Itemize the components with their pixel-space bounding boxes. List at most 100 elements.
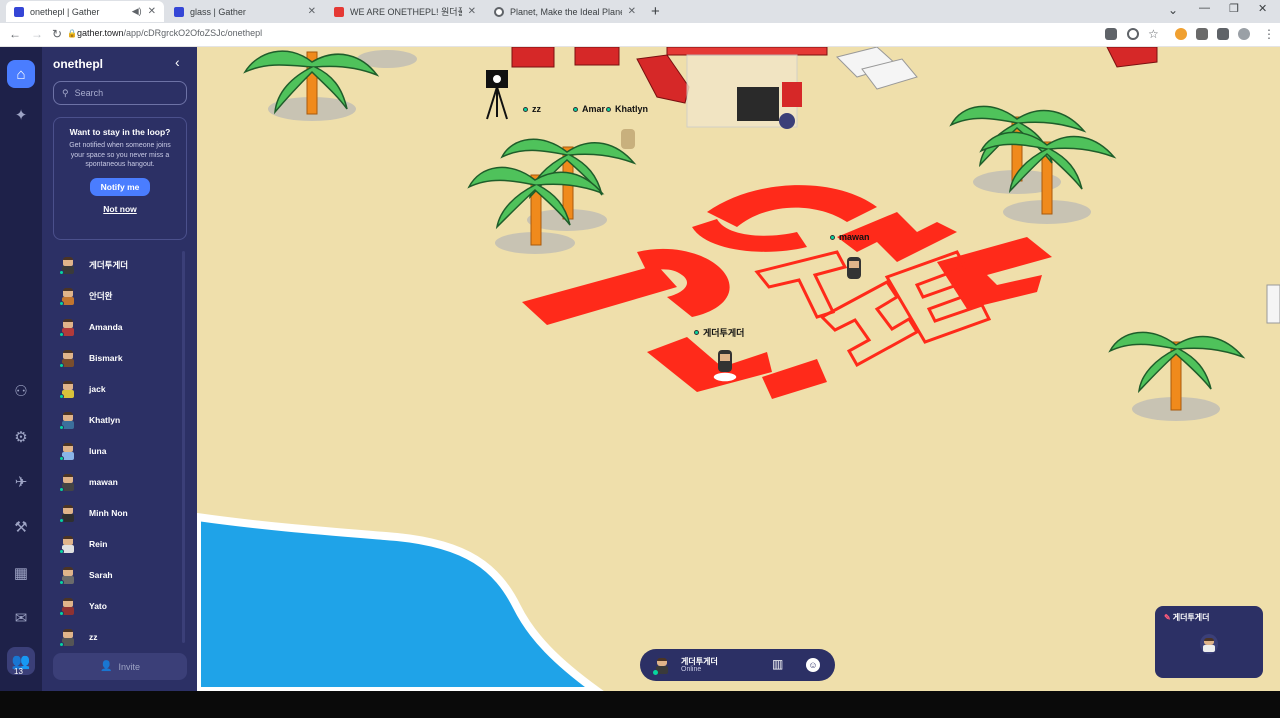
close-tab-icon[interactable]: ✕: [148, 6, 156, 17]
notify-me-button[interactable]: Notify me: [89, 177, 151, 196]
puzzle-icon[interactable]: [1217, 28, 1229, 40]
member-list-item[interactable]: Khatlyn: [53, 408, 183, 432]
player-name: Khatlyn: [615, 104, 649, 114]
minimap-icon[interactable]: ▥: [772, 657, 783, 671]
avatar-head: [63, 536, 73, 545]
online-status-dot: [59, 332, 64, 337]
online-status-dot: [59, 518, 64, 523]
member-name: Yato: [89, 601, 107, 611]
avatar-head: [63, 288, 73, 297]
browser-tab[interactable]: glass | Gather ✕: [166, 1, 324, 22]
member-list-item[interactable]: jack: [53, 377, 183, 401]
maximize-button[interactable]: ❐: [1229, 2, 1239, 15]
member-list-item[interactable]: Bismark: [53, 346, 183, 370]
pin-icon[interactable]: ✦: [7, 101, 35, 129]
self-avatar[interactable]: [653, 658, 669, 675]
search-input[interactable]: ⚲ Search: [53, 81, 187, 105]
menu-kebab-icon[interactable]: ⋮: [1263, 27, 1275, 41]
member-list-item[interactable]: luna: [53, 439, 183, 463]
member-name: Rein: [89, 539, 108, 549]
hammer-icon[interactable]: ⚒: [7, 513, 35, 541]
member-name: mawan: [89, 477, 118, 487]
invite-button[interactable]: 👤 Invite: [53, 653, 187, 680]
minimize-button[interactable]: —: [1199, 2, 1210, 14]
camera-icon[interactable]: [1105, 28, 1117, 40]
member-name: Bismark: [89, 353, 123, 363]
home-icon[interactable]: ⌂: [7, 60, 35, 88]
avatar-shadow: [712, 371, 738, 383]
collapse-panel-chevron-icon[interactable]: ‹: [175, 54, 180, 70]
new-tab-button[interactable]: +: [651, 3, 660, 20]
member-avatar: [58, 348, 78, 368]
player-name: Amar: [582, 104, 606, 114]
avatar-head: [63, 412, 73, 421]
member-list-item[interactable]: Sarah: [53, 563, 183, 587]
member-list-item[interactable]: zz: [53, 625, 183, 649]
tab-title: WE ARE ONETHEPL! 원더풀 피: [350, 7, 462, 17]
self-video-tile[interactable]: ✎ 게더투게더: [1155, 606, 1263, 678]
player-face: [720, 354, 730, 361]
browser-tab[interactable]: Planet, Make the Ideal Planet ✕: [486, 1, 644, 22]
calendar-icon[interactable]: ▦: [7, 559, 35, 587]
mute-notifications-icon[interactable]: ✈: [7, 468, 35, 496]
prompt-body: Get notified when someone joins your spa…: [69, 142, 171, 168]
os-taskbar: [0, 691, 1280, 718]
extension-icon[interactable]: [1175, 28, 1187, 40]
close-tab-icon[interactable]: ✕: [468, 6, 476, 17]
member-list-item[interactable]: Amanda: [53, 315, 183, 339]
reload-icon[interactable]: ↻: [52, 27, 62, 41]
member-list-item[interactable]: Minh Non: [53, 501, 183, 525]
member-avatar: [58, 534, 78, 554]
game-map[interactable]: zz Amar Khatlyn mawan 게더투게더 게더투게더 Online…: [197, 47, 1280, 691]
lock-icon[interactable]: 🔒: [67, 29, 77, 38]
emoji-icon[interactable]: ☺: [806, 658, 820, 672]
member-list-item[interactable]: mawan: [53, 470, 183, 494]
mic-off-icon[interactable]: ✎: [1164, 613, 1171, 622]
self-status[interactable]: Online: [681, 666, 701, 673]
zoom-icon[interactable]: [1127, 28, 1139, 40]
online-status-dot: [59, 301, 64, 306]
extension-icon[interactable]: [1196, 28, 1208, 40]
avatar-head: [63, 474, 73, 483]
profile-avatar[interactable]: [1238, 28, 1250, 40]
browser-tab[interactable]: onethepl | Gather ◀) ✕: [6, 1, 164, 22]
member-list-item[interactable]: 안더완: [53, 284, 183, 308]
search-placeholder: Search: [74, 88, 104, 98]
mawan-face: [849, 261, 859, 268]
member-name: zz: [89, 632, 98, 642]
member-list-item[interactable]: Rein: [53, 532, 183, 556]
invite-label: Invite: [118, 661, 140, 672]
member-list-item[interactable]: 게더투게더: [53, 253, 183, 277]
close-window-button[interactable]: ✕: [1258, 2, 1267, 15]
build-objects-icon[interactable]: ⚇: [7, 377, 35, 405]
participants-panel: onethepl ‹ ⚲ Search Want to stay in the …: [42, 47, 197, 691]
member-name: jack: [89, 384, 106, 394]
screen-avatar: [779, 113, 795, 129]
back-arrow-icon[interactable]: ←: [9, 27, 21, 41]
member-avatar: [58, 317, 78, 337]
prompt-title: Want to stay in the loop?: [69, 127, 171, 137]
notification-prompt-card: Want to stay in the loop? Get notified w…: [53, 117, 187, 240]
not-now-link[interactable]: Not now: [54, 204, 186, 214]
close-tab-icon[interactable]: ✕: [308, 6, 316, 17]
member-avatar: [58, 286, 78, 306]
speaker-icon[interactable]: ◀): [132, 6, 142, 17]
online-status-dot: [59, 611, 64, 616]
online-dot: [606, 106, 611, 112]
member-avatar: [58, 441, 78, 461]
red-lounge-chair: [511, 47, 555, 68]
tab-search-icon[interactable]: ⌄: [1168, 3, 1178, 17]
url-field[interactable]: gather.town/app/cDRgrckO2OfoZSJc/onethep…: [77, 28, 262, 38]
member-list-scrollbar[interactable]: [182, 251, 185, 643]
sea: [197, 512, 604, 691]
gear-icon[interactable]: ⚙: [7, 423, 35, 451]
forward-arrow-icon[interactable]: →: [31, 27, 43, 41]
member-list-item[interactable]: Yato: [53, 594, 183, 618]
member-name: Amanda: [89, 322, 123, 332]
browser-tab[interactable]: WE ARE ONETHEPL! 원더풀 피 ✕: [326, 1, 484, 22]
online-status-dot: [59, 363, 64, 368]
chat-icon[interactable]: ✉: [7, 604, 35, 632]
online-dot: [694, 330, 699, 335]
close-tab-icon[interactable]: ✕: [628, 6, 636, 17]
bookmark-star-icon[interactable]: ☆: [1148, 27, 1159, 41]
